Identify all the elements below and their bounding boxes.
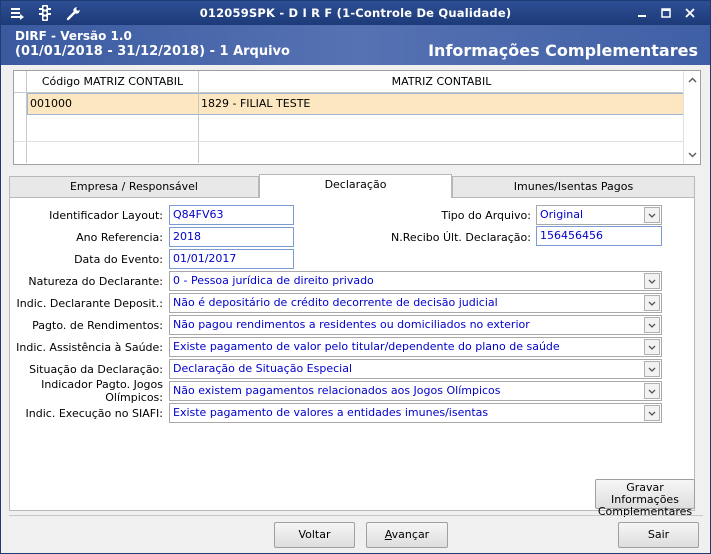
version-text: DIRF - Versão 1.0 xyxy=(15,29,132,43)
matriz-grid[interactable]: Código MATRIZ CONTABIL MATRIZ CONTABIL 0… xyxy=(13,70,701,165)
siafi-label: Indic. Execução no SIAFI: xyxy=(25,407,163,420)
jogos-olimpicos-label-line2: Olímpicos: xyxy=(105,391,163,404)
column-header-matriz[interactable]: MATRIZ CONTABIL xyxy=(199,71,684,92)
chevron-down-icon[interactable] xyxy=(644,317,660,333)
window-title: 012059SPK - D I R F (1-Controle De Quali… xyxy=(199,6,512,20)
tab-imunes-isentas[interactable]: Imunes/Isentas Pagos xyxy=(452,176,695,197)
ano-referencia-label: Ano Referencia: xyxy=(76,231,163,244)
ano-referencia-field[interactable]: 2018 xyxy=(169,227,294,247)
sair-button[interactable]: Sair xyxy=(618,522,699,548)
tipo-arquivo-label: Tipo do Arquivo: xyxy=(441,209,531,222)
tab-declaracao[interactable]: Declaração xyxy=(259,174,452,198)
siafi-select[interactable]: Existe pagamento de valores a entidades … xyxy=(169,403,662,423)
tipo-arquivo-select[interactable]: Original xyxy=(536,205,662,225)
pagto-rendimentos-value: Não pagou rendimentos a residentes ou do… xyxy=(173,318,530,331)
avancar-button[interactable]: Avançar xyxy=(366,522,448,548)
situacao-value: Declaração de Situação Especial xyxy=(173,362,353,375)
assistencia-saude-value: Existe pagamento de valor pelo titular/d… xyxy=(173,340,560,353)
assistencia-saude-label: Indic. Assistência à Saúde: xyxy=(16,341,163,354)
natureza-select[interactable]: 0 - Pessoa jurídica de direito privado xyxy=(169,271,662,291)
natureza-value: 0 - Pessoa jurídica de direito privado xyxy=(173,274,374,287)
cell-matriz[interactable]: 1829 - FILIAL TESTE xyxy=(199,93,684,115)
jogos-olimpicos-select[interactable]: Não existem pagamentos relacionados aos … xyxy=(169,381,662,401)
maximize-icon[interactable] xyxy=(657,4,675,22)
tab-bar: Empresa / Responsável Declaração Imunes/… xyxy=(9,174,695,198)
tab-empresa-responsavel[interactable]: Empresa / Responsável xyxy=(9,176,259,197)
jogos-olimpicos-value: Não existem pagamentos relacionados aos … xyxy=(173,384,501,397)
siafi-value: Existe pagamento de valores a entidades … xyxy=(173,406,489,419)
voltar-button[interactable]: Voltar xyxy=(274,522,355,548)
chevron-down-icon[interactable] xyxy=(644,361,660,377)
indic-depositario-label: Indic. Declarante Deposit.: xyxy=(16,297,163,310)
column-header-codigo[interactable]: Código MATRIZ CONTABIL xyxy=(27,71,199,92)
gravar-line2: Complementares xyxy=(597,505,693,518)
chevron-down-icon[interactable] xyxy=(644,339,660,355)
gravar-informacoes-button[interactable]: Gravar Informações Complementares xyxy=(595,479,695,518)
title-bar: 012059SPK - D I R F (1-Controle De Quali… xyxy=(1,1,710,25)
scroll-down-icon[interactable] xyxy=(684,147,700,163)
indic-depositario-value: Não é depositário de crédito decorrente … xyxy=(173,296,498,309)
nrecibo-label: N.Recibo Últ. Declaração: xyxy=(391,231,531,244)
identificador-layout-label: Identificador Layout: xyxy=(49,209,163,222)
data-evento-label: Data do Evento: xyxy=(74,253,163,266)
close-icon[interactable] xyxy=(681,4,699,22)
chevron-down-icon[interactable] xyxy=(644,383,660,399)
identificador-layout-field[interactable]: Q84FV63 xyxy=(169,205,294,225)
situacao-label: Situação da Declaração: xyxy=(29,363,163,376)
pagto-rendimentos-label: Pagto. de Rendimentos: xyxy=(32,319,163,332)
natureza-label: Natureza do Declarante: xyxy=(28,275,163,288)
data-evento-field[interactable]: 01/01/2017 xyxy=(169,249,294,269)
chevron-down-icon[interactable] xyxy=(644,405,660,421)
empty-row xyxy=(14,115,684,163)
indic-depositario-select[interactable]: Não é depositário de crédito decorrente … xyxy=(169,293,662,313)
grid-header: Código MATRIZ CONTABIL MATRIZ CONTABIL xyxy=(14,71,684,93)
gravar-line1: Gravar Informações xyxy=(611,481,679,506)
minimize-icon[interactable] xyxy=(633,4,651,22)
jogos-olimpicos-label-line1: Indicador Pagto. Jogos xyxy=(41,378,163,391)
chevron-down-icon[interactable] xyxy=(644,273,660,289)
scroll-up-icon[interactable] xyxy=(684,72,700,88)
chevron-down-icon[interactable] xyxy=(644,207,660,223)
nrecibo-field[interactable]: 156456456 xyxy=(536,226,662,246)
avancar-mnemonic: A xyxy=(384,528,392,541)
main-window: 012059SPK - D I R F (1-Controle De Quali… xyxy=(0,0,711,554)
pagto-rendimentos-select[interactable]: Não pagou rendimentos a residentes ou do… xyxy=(169,315,662,335)
cell-codigo[interactable]: 001000 xyxy=(27,93,199,115)
tipo-arquivo-value: Original xyxy=(540,208,584,221)
assistencia-saude-select[interactable]: Existe pagamento de valor pelo titular/d… xyxy=(169,337,662,357)
declaracao-panel: Identificador Layout: Q84FV63 Ano Refere… xyxy=(9,197,695,518)
section-title: Informações Complementares xyxy=(428,41,698,60)
period-text: (01/01/2018 - 31/12/2018) - 1 Arquivo xyxy=(15,44,290,59)
grid-scrollbar[interactable] xyxy=(683,71,700,164)
header-banner: DIRF - Versão 1.0 (01/01/2018 - 31/12/20… xyxy=(1,25,710,65)
jogos-olimpicos-label: Indicador Pagto. Jogos Olímpicos: xyxy=(10,378,163,404)
avancar-label: vançar xyxy=(391,528,430,541)
situacao-select[interactable]: Declaração de Situação Especial xyxy=(169,359,662,379)
chevron-down-icon[interactable] xyxy=(644,295,660,311)
table-row[interactable]: 001000 1829 - FILIAL TESTE xyxy=(14,93,684,115)
